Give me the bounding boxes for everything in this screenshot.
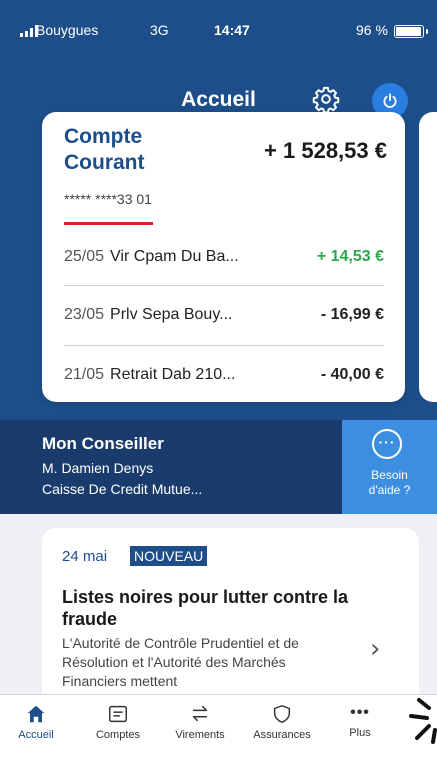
transaction-date: 23/05 (64, 306, 105, 323)
transaction-amount: - 40,00 € (320, 366, 384, 383)
carrier-name: Bouygues (36, 22, 99, 38)
news-date: 24 mai (62, 548, 108, 565)
advisor-title: Mon Conseiller (42, 434, 164, 453)
transaction-row[interactable]: 25/05 Vir Cpam Du Ba... + 14,53 € (64, 234, 384, 280)
new-badge: NOUVEAU (130, 546, 208, 566)
status-bar: Bouygues 3G 14:47 96 % (20, 22, 430, 42)
account-name: Compte Courant (64, 125, 145, 174)
transaction-amount: - 16,99 € (320, 306, 384, 323)
tab-assurances[interactable]: Assurances (240, 703, 324, 759)
gear-icon[interactable] (312, 85, 340, 114)
tab-plus[interactable]: ••• Plus (318, 703, 402, 759)
transaction-label: Prlv Sepa Bouy... (110, 306, 233, 323)
sparkle-icon (409, 698, 437, 744)
transaction-amount: + 14,53 € (316, 248, 384, 265)
transaction-label: Retrait Dab 210... (110, 366, 236, 383)
tab-label: Accueil (18, 729, 54, 741)
tab-label: Comptes (95, 729, 141, 741)
shield-icon (273, 705, 291, 723)
news-headline: Listes noires pour lutter contre la frau… (62, 587, 349, 629)
divider (64, 285, 384, 286)
home-icon (27, 705, 45, 723)
transaction-date: 25/05 (64, 248, 105, 265)
advisor-name: M. Damien Denys (42, 460, 154, 476)
transaction-row[interactable]: 21/05 Retrait Dab 210... - 40,00 € (64, 352, 384, 398)
transaction-label: Vir Cpam Du Ba... (110, 248, 239, 265)
divider (64, 345, 384, 346)
tab-label: Assurances (253, 729, 311, 741)
battery-percent: 96 % (356, 22, 388, 38)
tab-comptes[interactable]: Comptes (76, 703, 160, 759)
advisor-bank: Caisse De Credit Mutue... (42, 481, 203, 497)
transaction-row[interactable]: 23/05 Prlv Sepa Bouy... - 16,99 € (64, 292, 384, 338)
chevron-right-icon[interactable]: › (370, 634, 380, 664)
help-label: d'aide ? (368, 483, 411, 497)
tab-accueil[interactable]: Accueil (0, 703, 78, 759)
tab-label: Virements (175, 729, 225, 741)
accent-divider (64, 222, 153, 225)
app-screen: Bouygues 3G 14:47 96 % Accueil Compte Co… (0, 0, 437, 767)
network-type: 3G (150, 22, 169, 38)
tab-label: Plus (349, 727, 371, 739)
help-button[interactable]: ··· Besoin d'aide ? (342, 420, 437, 514)
clock: 14:47 (214, 22, 250, 38)
next-account-card[interactable] (419, 112, 437, 402)
card-icon (109, 705, 127, 723)
tab-bar: Accueil Comptes Virements Assurances ••• (0, 694, 437, 767)
news-body: L'Autorité de Contrôle Prudentiel et de … (62, 635, 299, 689)
account-card[interactable]: Compte Courant + 1 528,53 € ***** ****33… (42, 112, 405, 402)
help-label: Besoin (371, 468, 408, 482)
header: Bouygues 3G 14:47 96 % Accueil Compte Co… (0, 0, 437, 420)
more-icon: ••• (350, 704, 370, 721)
transaction-date: 21/05 (64, 366, 105, 383)
power-icon (383, 93, 397, 108)
transfer-icon (192, 705, 208, 722)
account-balance: + 1 528,53 € (264, 138, 387, 163)
tab-virements[interactable]: Virements (158, 703, 242, 759)
battery-icon (394, 25, 428, 38)
account-number: ***** ****33 01 (64, 191, 152, 207)
